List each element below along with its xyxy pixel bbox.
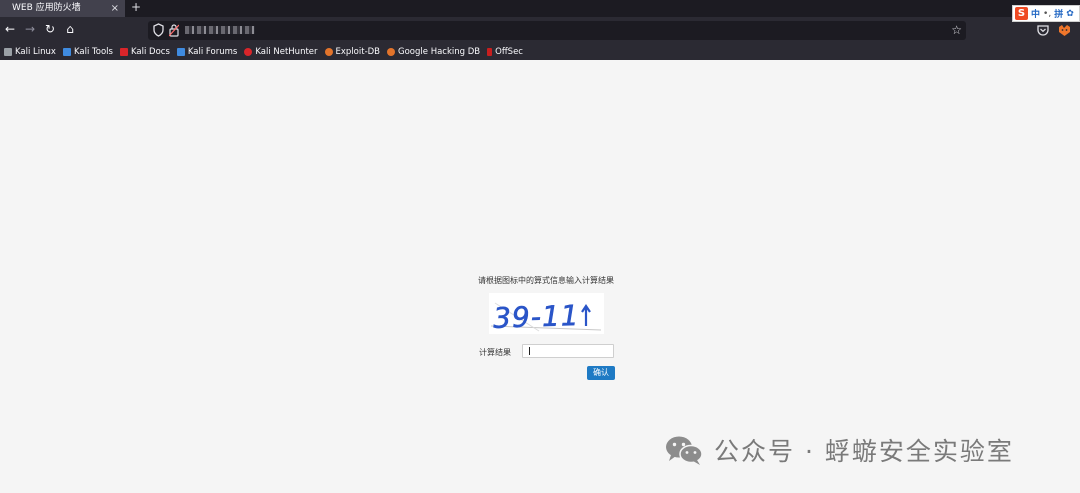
redacted-url (185, 26, 255, 34)
captcha-prompt: 请根据图标中的算式信息输入计算结果 (478, 276, 614, 285)
tab-title: WEB 应用防火墙 (12, 3, 81, 13)
bookmark-kali-tools[interactable]: Kali Tools (62, 46, 113, 57)
bookmark-label: Kali NetHunter (255, 46, 318, 57)
captcha-image: 39-11 (489, 293, 604, 335)
bookmark-label: Exploit-DB (335, 46, 381, 57)
kali-tools-icon (62, 47, 71, 56)
kali-docs-icon (119, 47, 128, 56)
navigation-toolbar: ← → ↻ ⌂ ☆ (0, 17, 1080, 43)
insecure-lock-icon[interactable] (169, 23, 179, 37)
captcha-text: 39-11 (493, 299, 580, 334)
close-tab-icon[interactable]: × (111, 0, 119, 17)
new-tab-button[interactable]: + (131, 0, 141, 15)
bookmark-kali-linux[interactable]: Kali Linux (4, 47, 56, 57)
nethunter-icon (244, 47, 253, 56)
browser-tab[interactable]: WEB 应用防火墙 × (0, 0, 125, 17)
text-caret (529, 347, 530, 355)
ime-toolbar[interactable]: S 中 •, 拼 ✿ (1012, 5, 1080, 22)
captcha-drawing: 39-11 (490, 299, 602, 335)
back-button[interactable]: ← (2, 21, 18, 37)
bookmark-label: Kali Forums (187, 46, 238, 57)
pocket-icon[interactable] (1037, 25, 1049, 36)
ime-pinyin[interactable]: 拼 (1054, 7, 1063, 20)
page-content: 请根据图标中的算式信息输入计算结果 39-11 计算结果 确认 (0, 60, 1080, 493)
ime-settings-icon[interactable]: ✿ (1066, 9, 1074, 19)
bookmark-label: Google Hacking DB (398, 46, 481, 57)
bookmarks-toolbar: Kali Linux Kali Tools Kali Docs Kali For… (0, 43, 1080, 60)
sogou-logo-icon: S (1015, 7, 1028, 20)
ime-mode-chinese[interactable]: 中 (1031, 7, 1040, 20)
bookmark-kali-docs[interactable]: Kali Docs (119, 46, 170, 57)
wechat-icon (666, 436, 703, 465)
ghdb-icon (387, 47, 396, 56)
forward-button[interactable]: → (22, 21, 38, 37)
bookmark-google-hacking-db[interactable]: Google Hacking DB (387, 47, 480, 57)
bookmark-label: Kali Tools (73, 46, 113, 57)
url-bar[interactable]: ☆ (148, 21, 966, 40)
result-input[interactable] (522, 344, 614, 358)
bookmark-label: Kali Linux (15, 46, 56, 57)
result-label: 计算结果 (479, 348, 511, 357)
watermark-text: 公众号 · 蜉蝣安全实验室 (714, 437, 1014, 466)
bookmark-star-icon[interactable]: ☆ (951, 22, 962, 39)
firefox-account-icon[interactable] (1058, 24, 1071, 37)
bookmark-offsec[interactable]: OffSec (487, 47, 523, 57)
watermark: 公众号 · 蜉蝣安全实验室 (664, 433, 1014, 467)
offsec-icon (487, 47, 493, 56)
kali-dragon-icon (4, 47, 12, 56)
bookmark-label: Kali Docs (130, 46, 170, 57)
ime-punctuation[interactable]: •, (1043, 9, 1051, 19)
exploit-db-icon (324, 47, 333, 56)
bookmark-kali-forums[interactable]: Kali Forums (176, 46, 238, 57)
bookmark-label: OffSec (495, 46, 523, 57)
reload-button[interactable]: ↻ (42, 21, 58, 37)
confirm-button[interactable]: 确认 (587, 366, 615, 380)
home-button[interactable]: ⌂ (62, 21, 78, 37)
bookmark-exploit-db[interactable]: Exploit-DB (324, 46, 381, 57)
shield-icon[interactable] (153, 23, 164, 37)
kali-forums-icon (176, 47, 185, 56)
tab-bar: WEB 应用防火墙 × + (0, 0, 1080, 17)
bookmark-kali-nethunter[interactable]: Kali NetHunter (244, 46, 318, 57)
